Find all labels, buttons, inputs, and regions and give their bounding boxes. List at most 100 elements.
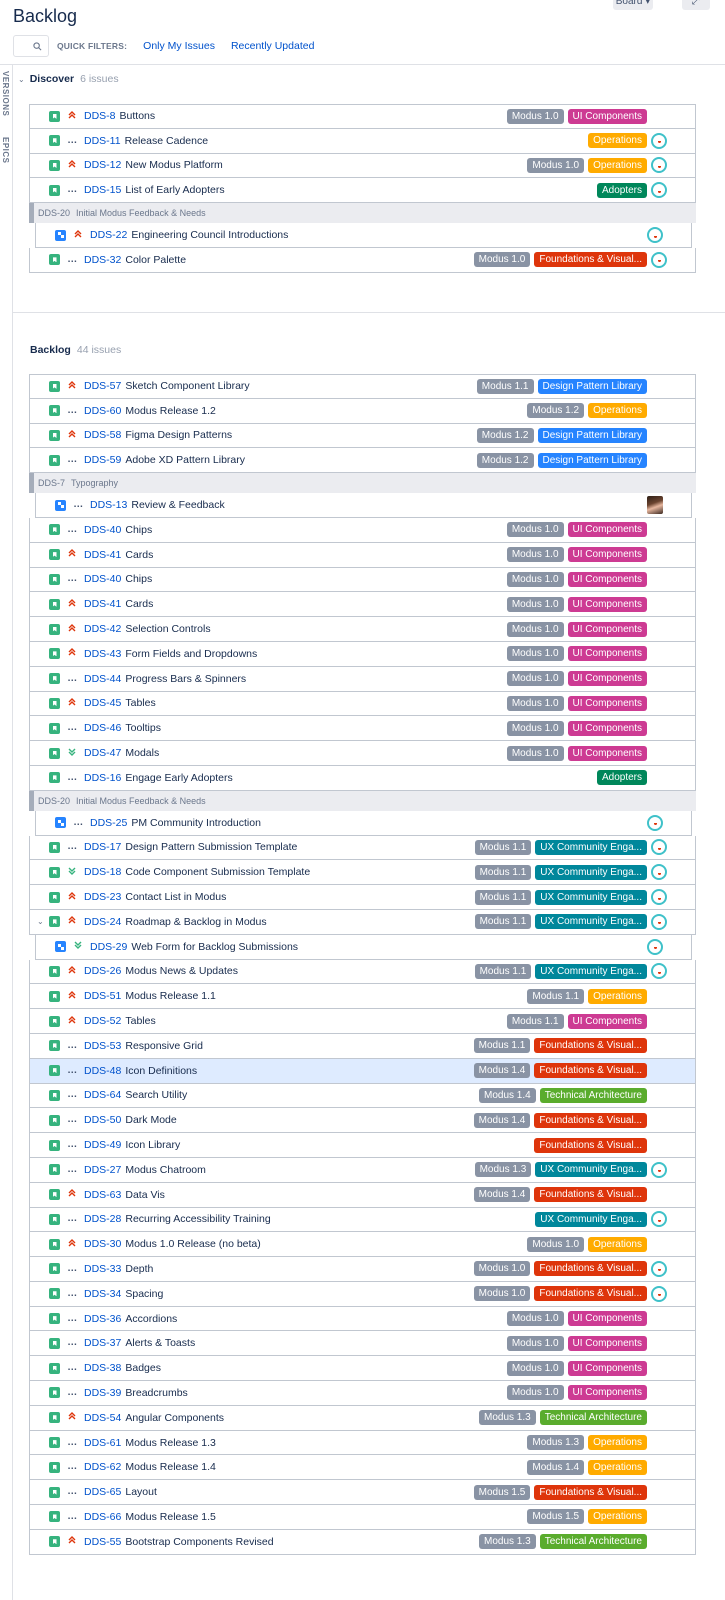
issue-row[interactable]: … DDS-50 Dark Mode Modus 1.4 Foundations & V… <box>29 1108 696 1134</box>
issue-row[interactable]: DDS-30 Modus 1.0 Release (no beta) Modus 1… <box>29 1232 696 1258</box>
issue-key[interactable]: DDS-59 <box>84 454 121 466</box>
assignee-avatar[interactable] <box>647 938 663 955</box>
epic-badge[interactable]: UI Components <box>567 695 647 711</box>
filter-only-my-issues[interactable]: Only My Issues <box>143 40 215 52</box>
epic-badge[interactable]: Adopters <box>596 770 647 786</box>
issue-key[interactable]: DDS-8 <box>84 110 116 122</box>
issue-key[interactable]: DDS-18 <box>84 866 121 878</box>
epic-badge[interactable]: Foundations & Visual... <box>534 1038 647 1054</box>
search-input[interactable] <box>13 35 49 57</box>
assignee-avatar[interactable] <box>651 889 667 906</box>
assignee-avatar[interactable] <box>651 913 667 930</box>
assignee-avatar[interactable] <box>651 1285 667 1302</box>
issue-key[interactable]: DDS-16 <box>84 772 121 784</box>
expand-button[interactable]: ⤢ <box>682 0 710 10</box>
issue-row[interactable]: DDS-47 Modals Modus 1.0 UI Components <box>29 741 696 766</box>
issue-key[interactable]: DDS-34 <box>84 1288 121 1300</box>
issue-key[interactable]: DDS-38 <box>84 1362 121 1374</box>
issue-row[interactable]: … DDS-46 Tooltips Modus 1.0 UI Components <box>29 716 696 742</box>
epic-group-header[interactable]: DDS-7 Typography <box>29 473 696 494</box>
epic-badge[interactable]: UI Components <box>567 720 647 736</box>
epic-badge[interactable]: UI Components <box>567 596 647 612</box>
epic-badge[interactable]: UX Community Enga... <box>535 963 647 979</box>
issue-key[interactable]: DDS-28 <box>84 1213 121 1225</box>
issue-row[interactable]: DDS-23 Contact List in Modus Modus 1.1 UX C… <box>29 885 696 910</box>
epic-badge[interactable]: UX Community Enga... <box>535 1162 647 1178</box>
issue-key[interactable]: DDS-39 <box>84 1387 121 1399</box>
issue-key[interactable]: DDS-53 <box>84 1040 121 1052</box>
epic-badge[interactable]: Operations <box>588 1236 647 1252</box>
assignee-avatar[interactable] <box>647 227 663 244</box>
assignee-avatar[interactable] <box>647 496 663 515</box>
issue-key[interactable]: DDS-23 <box>84 891 121 903</box>
issue-row[interactable]: … DDS-28 Recurring Accessibility Training U… <box>29 1207 696 1233</box>
chevron-down-icon[interactable]: ⌄ <box>18 75 25 84</box>
issue-key[interactable]: DDS-58 <box>84 429 121 441</box>
epic-badge[interactable]: Foundations & Visual... <box>534 1484 647 1500</box>
issue-row[interactable]: … DDS-44 Progress Bars & Spinners Modus 1.0… <box>29 666 696 692</box>
issue-key[interactable]: DDS-65 <box>84 1486 121 1498</box>
issue-key[interactable]: DDS-26 <box>84 965 121 977</box>
issue-key[interactable]: DDS-66 <box>84 1511 121 1523</box>
tab-epics[interactable]: EPICS <box>1 137 10 164</box>
issue-row[interactable]: … DDS-33 Depth Modus 1.0 Foundations & Visua… <box>29 1257 696 1282</box>
issue-key[interactable]: DDS-32 <box>84 254 121 266</box>
assignee-avatar[interactable] <box>651 1161 667 1178</box>
epic-badge[interactable]: UX Community Enga... <box>535 889 647 905</box>
issue-row[interactable]: DDS-51 Modus Release 1.1 Modus 1.1 Operatio… <box>29 984 696 1010</box>
issue-key[interactable]: DDS-49 <box>84 1139 121 1151</box>
epic-badge[interactable]: UI Components <box>567 1335 647 1351</box>
assignee-avatar[interactable] <box>651 1260 667 1277</box>
assignee-avatar[interactable] <box>651 839 667 856</box>
issue-key[interactable]: DDS-25 <box>90 817 127 829</box>
epic-badge[interactable]: UX Community Enga... <box>535 1211 647 1227</box>
assignee-avatar[interactable] <box>651 157 667 174</box>
issue-row[interactable]: … DDS-60 Modus Release 1.2 Modus 1.2 Operati… <box>29 398 696 424</box>
epic-badge[interactable]: Technical Architecture <box>539 1534 647 1550</box>
epic-badge[interactable]: UI Components <box>567 1360 647 1376</box>
assignee-avatar[interactable] <box>651 1211 667 1228</box>
issue-row[interactable]: DDS-41 Cards Modus 1.0 UI Components <box>29 542 696 568</box>
epic-badge[interactable]: UI Components <box>567 571 647 587</box>
issue-row[interactable]: … DDS-65 Layout Modus 1.5 Foundations & Visu… <box>29 1480 696 1506</box>
board-button[interactable]: Board ▾ <box>613 0 653 10</box>
epic-badge[interactable]: UI Components <box>567 1013 647 1029</box>
issue-key[interactable]: DDS-44 <box>84 673 121 685</box>
issue-row[interactable]: … DDS-40 Chips Modus 1.0 UI Components <box>29 567 696 593</box>
issue-row[interactable]: … DDS-16 Engage Early Adopters Adopters <box>29 765 696 791</box>
issue-row[interactable]: DDS-52 Tables Modus 1.1 UI Components <box>29 1009 696 1034</box>
issue-key[interactable]: DDS-41 <box>84 598 121 610</box>
issue-row[interactable]: … DDS-39 Breadcrumbs Modus 1.0 UI Components <box>29 1381 696 1406</box>
issue-key[interactable]: DDS-37 <box>84 1337 121 1349</box>
sprint-header-backlog[interactable]: Backlog 44 issues <box>30 344 121 356</box>
issue-row[interactable]: DDS-54 Angular Components Modus 1.3 Technic… <box>29 1405 696 1431</box>
epic-group-header[interactable]: DDS-20 Initial Modus Feedback & Needs <box>29 203 696 224</box>
epic-badge[interactable]: UI Components <box>567 1311 647 1327</box>
issue-key[interactable]: DDS-54 <box>84 1412 121 1424</box>
epic-badge[interactable]: UI Components <box>567 621 647 637</box>
issue-key[interactable]: DDS-64 <box>84 1089 121 1101</box>
issue-key[interactable]: DDS-27 <box>84 1164 121 1176</box>
issue-row[interactable]: DDS-43 Form Fields and Dropdowns Modus 1.0… <box>29 641 696 667</box>
epic-badge[interactable]: UI Components <box>567 646 647 662</box>
issue-key[interactable]: DDS-57 <box>84 380 121 392</box>
epic-badge[interactable]: Design Pattern Library <box>537 427 647 443</box>
issue-key[interactable]: DDS-24 <box>84 916 121 928</box>
issue-row[interactable]: DDS-22 Engineering Council Introductions <box>35 223 692 248</box>
epic-badge[interactable]: Foundations & Visual... <box>534 1261 647 1277</box>
issue-row[interactable]: … DDS-61 Modus Release 1.3 Modus 1.3 Operati… <box>29 1430 696 1456</box>
epic-badge[interactable]: Adopters <box>596 182 647 198</box>
epic-badge[interactable]: Operations <box>588 133 647 149</box>
issue-row[interactable]: … DDS-13 Review & Feedback <box>35 493 692 518</box>
issue-row[interactable]: DDS-18 Code Component Submission Template… <box>29 860 696 886</box>
epic-badge[interactable]: Foundations & Visual... <box>534 252 647 268</box>
issue-key[interactable]: DDS-63 <box>84 1189 121 1201</box>
epic-badge[interactable]: Technical Architecture <box>539 1087 647 1103</box>
issue-key[interactable]: DDS-45 <box>84 697 121 709</box>
issue-row[interactable]: DDS-57 Sketch Component Library Modus 1.1 D… <box>29 374 696 399</box>
issue-row[interactable]: … DDS-40 Chips Modus 1.0 UI Components <box>29 517 696 543</box>
issue-row[interactable]: DDS-29 Web Form for Backlog Submissions <box>35 934 692 960</box>
issue-key[interactable]: DDS-48 <box>84 1065 121 1077</box>
issue-key[interactable]: DDS-43 <box>84 648 121 660</box>
epic-badge[interactable]: Foundations & Visual... <box>534 1063 647 1079</box>
